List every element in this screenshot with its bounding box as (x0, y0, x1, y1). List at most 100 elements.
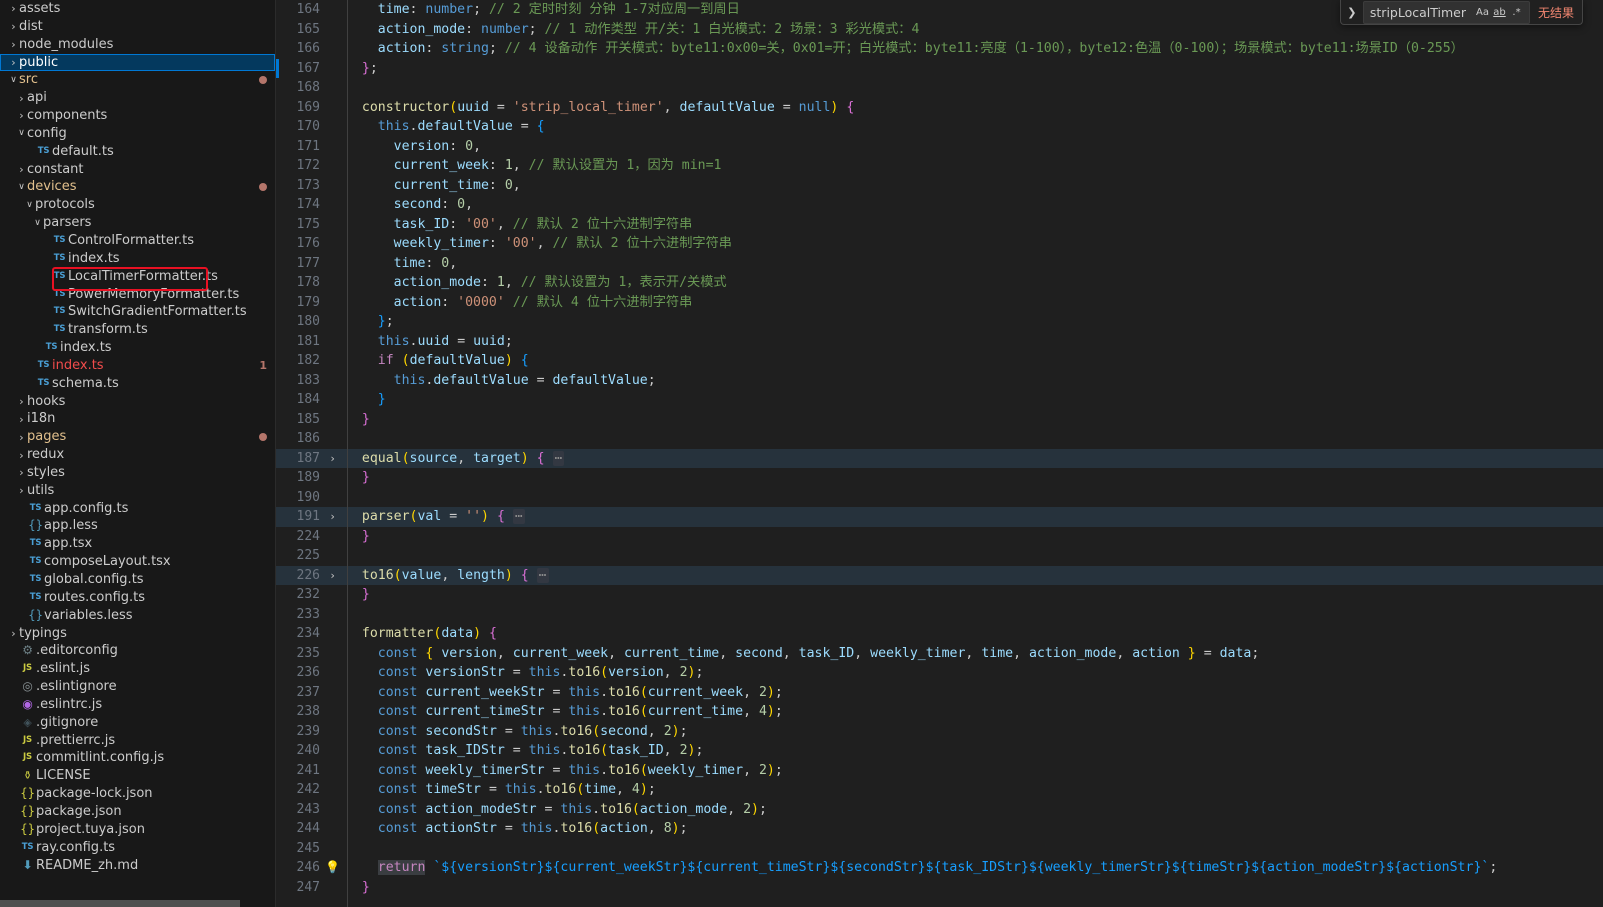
match-case-icon[interactable]: Aa (1474, 4, 1491, 21)
fold-chevron-icon[interactable]: › (325, 566, 340, 586)
chevron-right-icon[interactable]: › (16, 450, 27, 461)
code-line[interactable]: 235 const { version, current_week, curre… (276, 644, 1603, 664)
code-line[interactable]: 175 task_ID: '00', // 默认 2 位十六进制字符串 (276, 215, 1603, 235)
tree-file-ray-config-ts[interactable]: TS ray.config.ts (0, 839, 275, 857)
chevron-right-icon[interactable]: ❯ (1343, 6, 1361, 19)
chevron-down-icon[interactable]: ∨ (8, 75, 19, 85)
tree-file-app-config-ts[interactable]: TS app.config.ts (0, 500, 275, 518)
tree-file-switchgradientformatter-ts[interactable]: TS SwitchGradientFormatter.ts (0, 303, 275, 321)
chevron-right-icon[interactable]: › (8, 628, 19, 639)
tree-file-schema-ts[interactable]: TS schema.ts (0, 375, 275, 393)
code-line[interactable]: 191 › parser(val = '') { ⋯ (276, 507, 1603, 527)
tree-file-localtimerformatter-ts[interactable]: TS LocalTimerFormatter.ts (0, 268, 275, 286)
code-line[interactable]: 173 current_time: 0, (276, 176, 1603, 196)
code-line[interactable]: 239 const secondStr = this.to16(second, … (276, 722, 1603, 742)
tree-folder-parsers[interactable]: ∨ parsers (0, 214, 275, 232)
code-line[interactable]: 226 › to16(value, length) { ⋯ (276, 565, 1603, 586)
code-line[interactable]: 183 this.defaultValue = defaultValue; (276, 371, 1603, 391)
tree-folder-redux[interactable]: › redux (0, 446, 275, 464)
tree-file--gitignore[interactable]: ◈ .gitignore (0, 714, 275, 732)
tree-file-license[interactable]: ⚱ LICENSE (0, 767, 275, 785)
code-line[interactable]: 224 } (276, 527, 1603, 547)
code-line[interactable]: 186 (276, 429, 1603, 449)
code-line[interactable]: 168 (276, 78, 1603, 98)
code-line[interactable]: 189 } (276, 468, 1603, 488)
code-line[interactable]: 178 action_mode: 1, // 默认设置为 1，表示开/关模式 (276, 273, 1603, 293)
find-input[interactable]: stripLocalTimer Aa ab .* (1362, 0, 1530, 24)
tree-file-app-tsx[interactable]: TS app.tsx (0, 535, 275, 553)
chevron-down-icon[interactable]: ∨ (16, 129, 27, 138)
code-line[interactable]: 243 const action_modeStr = this.to16(act… (276, 800, 1603, 820)
chevron-down-icon[interactable]: ∨ (32, 218, 43, 228)
code-line[interactable]: 242 const timeStr = this.to16(time, 4); (276, 780, 1603, 800)
code-line[interactable]: 174 second: 0, (276, 195, 1603, 215)
chevron-right-icon[interactable]: › (16, 432, 27, 443)
code-editor[interactable]: 164 time: number; // 2 定时时刻 分钟 1-7对应周一到周… (276, 0, 1603, 907)
chevron-right-icon[interactable]: › (8, 57, 19, 68)
chevron-right-icon[interactable]: › (8, 3, 19, 14)
code-line[interactable]: 225 (276, 546, 1603, 566)
tree-file-package-lock-json[interactable]: {} package-lock.json (0, 785, 275, 803)
code-line[interactable]: 166 action: string; // 4 设备动作 开关模式：byte1… (276, 39, 1603, 59)
code-line[interactable]: 171 version: 0, (276, 137, 1603, 157)
code-line[interactable]: 234 formatter(data) { (276, 624, 1603, 644)
code-line[interactable]: 179 action: '0000' // 默认 4 位十六进制字符串 (276, 293, 1603, 313)
code-line[interactable]: 238 const current_timeStr = this.to16(cu… (276, 702, 1603, 722)
code-line[interactable]: 190 (276, 488, 1603, 508)
code-line[interactable]: 241 const weekly_timerStr = this.to16(we… (276, 761, 1603, 781)
tree-folder-devices[interactable]: ∨ devices (0, 178, 275, 196)
tree-file-default-ts[interactable]: TS default.ts (0, 143, 275, 161)
code-line[interactable]: 247 } (276, 878, 1603, 898)
code-line[interactable]: 244 const actionStr = this.to16(action, … (276, 819, 1603, 839)
chevron-right-icon[interactable]: › (16, 485, 27, 496)
code-line[interactable]: 176 weekly_timer: '00', // 默认 2 位十六进制字符串 (276, 234, 1603, 254)
tree-file-commitlint-config-js[interactable]: JS commitlint.config.js (0, 749, 275, 767)
tree-file-controlformatter-ts[interactable]: TS ControlFormatter.ts (0, 232, 275, 250)
code-line[interactable]: 236 const versionStr = this.to16(version… (276, 663, 1603, 683)
code-line[interactable]: 177 time: 0, (276, 254, 1603, 274)
file-tree[interactable]: › assets › dist › node_modules › public ∨ src › api… (0, 0, 275, 874)
tree-file-powermemoryformatter-ts[interactable]: TS PowerMemoryFormatter.ts (0, 286, 275, 304)
fold-chevron-icon[interactable]: › (325, 449, 340, 469)
explorer-sidebar[interactable]: › assets › dist › node_modules › public ∨ src › api… (0, 0, 276, 907)
chevron-right-icon[interactable]: › (8, 39, 19, 50)
chevron-right-icon[interactable]: › (16, 414, 27, 425)
tree-file-app-less[interactable]: {} app.less (0, 517, 275, 535)
tree-folder-hooks[interactable]: › hooks (0, 393, 275, 411)
whole-word-icon[interactable]: ab (1491, 4, 1508, 21)
tree-folder-node-modules[interactable]: › node_modules (0, 36, 275, 54)
tree-folder-public[interactable]: › public (0, 53, 275, 72)
code-content[interactable]: 164 time: number; // 2 定时时刻 分钟 1-7对应周一到周… (276, 0, 1603, 907)
chevron-right-icon[interactable]: › (16, 467, 27, 478)
chevron-right-icon[interactable]: › (16, 110, 27, 121)
code-line[interactable]: 187 › equal(source, target) { ⋯ (276, 448, 1603, 469)
tree-folder-assets[interactable]: › assets (0, 0, 275, 18)
tree-folder-components[interactable]: › components (0, 107, 275, 125)
tree-folder-api[interactable]: › api (0, 89, 275, 107)
tree-folder-config[interactable]: ∨ config (0, 125, 275, 143)
code-line[interactable]: 240 const task_IDStr = this.to16(task_ID… (276, 741, 1603, 761)
find-widget[interactable]: ❯ stripLocalTimer Aa ab .* 无结果 (1339, 0, 1583, 25)
chevron-down-icon[interactable]: ∨ (16, 182, 27, 192)
tree-folder-utils[interactable]: › utils (0, 482, 275, 500)
code-line[interactable]: 182 if (defaultValue) { (276, 351, 1603, 371)
tree-file--eslint-js[interactable]: JS .eslint.js (0, 660, 275, 678)
regex-icon[interactable]: .* (1508, 4, 1525, 21)
tree-folder-src[interactable]: ∨ src (0, 71, 275, 89)
tree-file--eslintignore[interactable]: ◎ .eslintignore (0, 678, 275, 696)
fold-chevron-icon[interactable]: › (325, 507, 340, 527)
tree-file-routes-config-ts[interactable]: TS routes.config.ts (0, 589, 275, 607)
code-line[interactable]: 169 constructor(uuid = 'strip_local_time… (276, 98, 1603, 118)
lightbulb-icon[interactable]: 💡 (325, 858, 340, 878)
tree-file-composelayout-tsx[interactable]: TS composeLayout.tsx (0, 553, 275, 571)
tree-folder-dist[interactable]: › dist (0, 18, 275, 36)
chevron-right-icon[interactable]: › (16, 164, 27, 175)
tree-folder-i18n[interactable]: › i18n (0, 410, 275, 428)
chevron-right-icon[interactable]: › (16, 93, 27, 104)
tree-folder-pages[interactable]: › pages (0, 428, 275, 446)
code-line[interactable]: 246 💡 return `${versionStr}${current_week… (276, 858, 1603, 878)
tree-file--editorconfig[interactable]: ⚙ .editorconfig (0, 642, 275, 660)
code-line[interactable]: 167 }; (276, 58, 1603, 78)
tree-file-index-ts[interactable]: TS index.ts (0, 250, 275, 268)
tree-file-readme-zh-md[interactable]: ⬇ README_zh.md (0, 857, 275, 875)
